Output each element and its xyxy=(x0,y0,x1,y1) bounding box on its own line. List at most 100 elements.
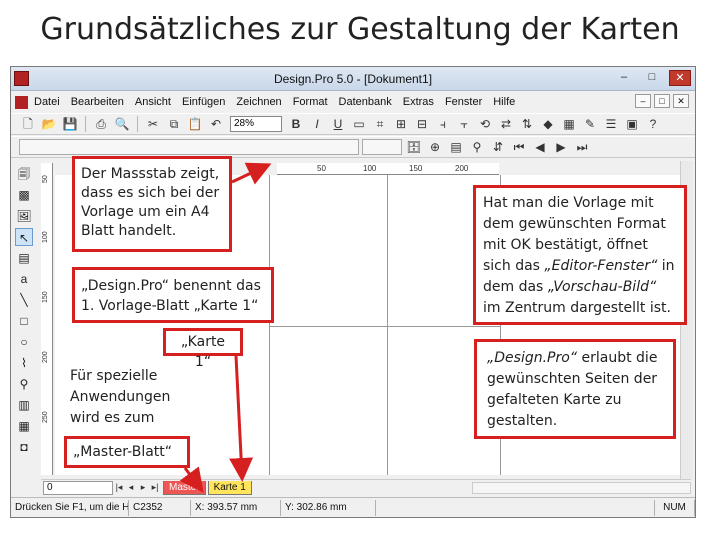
image-icon[interactable]: ▩ xyxy=(15,186,33,204)
camera-icon[interactable]: ◘ xyxy=(15,438,33,456)
help-icon[interactable]: ? xyxy=(644,116,662,133)
font-icon[interactable]: a xyxy=(15,270,33,288)
menu-fenster[interactable]: Fenster xyxy=(445,96,482,108)
line-color-icon[interactable]: ✎ xyxy=(581,116,599,133)
ruler-v-tick: 150 xyxy=(42,291,49,303)
first-record-icon[interactable]: ⏮ xyxy=(510,139,528,156)
ungroup-icon[interactable]: ⊟ xyxy=(413,116,431,133)
open-icon[interactable]: 📂 xyxy=(40,116,58,133)
next-page-icon[interactable]: ▸ xyxy=(137,482,149,493)
toolbar-separator xyxy=(85,116,86,132)
mdi-minimize-button[interactable]: – xyxy=(635,94,651,108)
menu-format[interactable]: Format xyxy=(293,96,328,108)
new-icon[interactable]: 🗋 xyxy=(19,116,37,133)
horizontal-ruler: 50 100 150 200 xyxy=(277,163,499,175)
copy-icon[interactable]: ⧉ xyxy=(165,116,183,133)
flip-icon[interactable]: ⇄ xyxy=(497,116,515,133)
menu-bearbeiten[interactable]: Bearbeiten xyxy=(71,96,124,108)
table-icon[interactable]: ▤ xyxy=(447,139,465,156)
line-style-icon[interactable]: ☰ xyxy=(602,116,620,133)
menu-datei[interactable]: Datei xyxy=(34,96,60,108)
paste-icon[interactable]: 📋 xyxy=(186,116,204,133)
filter-icon[interactable]: ⚲ xyxy=(468,139,486,156)
prev-record-icon[interactable]: ◀ xyxy=(531,139,549,156)
callout-design-pro-erlaubt: „Design.Pro“ erlaubt die gewünschten Sei… xyxy=(474,339,676,439)
crop-icon[interactable]: ⌗ xyxy=(371,116,389,133)
preview-icon[interactable]: 🔍 xyxy=(113,116,131,133)
minimize-button[interactable]: – xyxy=(613,70,635,86)
zoom-field[interactable]: 28% xyxy=(230,116,282,132)
merge-icon[interactable]: ⊕ xyxy=(426,139,444,156)
status-x-coordinate: X: 393.57 mm xyxy=(191,499,281,516)
close-button[interactable]: ✕ xyxy=(669,70,691,86)
rectangle-icon[interactable]: □ xyxy=(15,312,33,330)
cut-icon[interactable]: ✂ xyxy=(144,116,162,133)
status-num-lock: NUM xyxy=(655,499,695,516)
mirror-icon[interactable]: ⇅ xyxy=(518,116,536,133)
polyline-icon[interactable]: ⌇ xyxy=(15,354,33,372)
group-icon[interactable]: ⊞ xyxy=(392,116,410,133)
zoom-icon[interactable]: ⚲ xyxy=(15,375,33,393)
ruler-v-tick: 250 xyxy=(42,411,49,423)
format-toolbar: 🗄 ⊕ ▤ ⚲ ⇵ ⏮ ◀ ▶ ⏭ xyxy=(11,136,695,158)
window-title: Design.Pro 5.0 - [Dokument1] xyxy=(273,72,433,86)
tab-master[interactable]: Master xyxy=(163,480,206,495)
italic-icon[interactable]: I xyxy=(308,116,326,133)
document-icon[interactable] xyxy=(15,95,28,109)
menu-zeichnen[interactable]: Zeichnen xyxy=(236,96,281,108)
bold-icon[interactable]: B xyxy=(287,116,305,133)
next-record-icon[interactable]: ▶ xyxy=(552,139,570,156)
pointer-icon[interactable]: ↖ xyxy=(15,228,33,246)
font-combo[interactable] xyxy=(19,139,359,155)
underline-icon[interactable]: U xyxy=(329,116,347,133)
first-page-icon[interactable]: |◂ xyxy=(113,482,125,493)
ruler-h-tick: 150 xyxy=(409,164,423,173)
print-icon[interactable]: ⎙ xyxy=(92,116,110,133)
picture-icon[interactable]: 🖼 xyxy=(15,207,33,225)
database-icon[interactable]: 🗄 xyxy=(405,139,423,156)
fill-color-icon[interactable]: ◆ xyxy=(539,116,557,133)
rotate-icon[interactable]: ⟲ xyxy=(476,116,494,133)
menu-ansicht[interactable]: Ansicht xyxy=(135,96,171,108)
sort-icon[interactable]: ⇵ xyxy=(489,139,507,156)
ruler-h-tick: 200 xyxy=(455,164,469,173)
shadow-icon[interactable]: ▣ xyxy=(623,116,641,133)
distribute-icon[interactable]: ⫟ xyxy=(455,116,473,133)
size-combo[interactable] xyxy=(362,139,402,155)
callout-italic-text: „Vorschau-Bild“ xyxy=(547,279,657,295)
save-icon[interactable]: 💾 xyxy=(61,116,79,133)
ellipse-icon[interactable]: ○ xyxy=(15,333,33,351)
menu-bar: Datei Bearbeiten Ansicht Einfügen Zeichn… xyxy=(11,92,695,112)
preview-page[interactable] xyxy=(269,175,501,475)
status-help-text: Drücken Sie F1, um die Hilfe xyxy=(11,499,129,516)
callout-master-blatt: „Master-Blatt“ xyxy=(64,436,190,468)
position-field[interactable]: 0 xyxy=(43,480,113,495)
menu-datenbank[interactable]: Datenbank xyxy=(339,96,392,108)
undo-icon[interactable]: ↶ xyxy=(207,116,225,133)
callout-italic-text: „Editor-Fenster“ xyxy=(544,258,658,274)
barcode-icon[interactable]: ▥ xyxy=(15,396,33,414)
horizontal-scrollbar[interactable] xyxy=(471,481,691,494)
pattern-icon[interactable]: ▦ xyxy=(560,116,578,133)
mdi-close-button[interactable]: ✕ xyxy=(673,94,689,108)
last-record-icon[interactable]: ⏭ xyxy=(573,139,591,156)
mdi-restore-button[interactable]: □ xyxy=(654,94,670,108)
page-icon[interactable]: 🗐 xyxy=(15,165,33,183)
callout-text: im Zentrum dargestellt ist. xyxy=(483,300,671,316)
line-icon[interactable]: ╲ xyxy=(15,291,33,309)
maximize-button[interactable]: □ xyxy=(641,70,663,86)
prev-page-icon[interactable]: ◂ xyxy=(125,482,137,493)
vertical-ruler: 50 100 150 200 250 xyxy=(41,163,53,475)
menu-hilfe[interactable]: Hilfe xyxy=(493,96,515,108)
text-icon[interactable]: ▤ xyxy=(15,249,33,267)
align-icon[interactable]: ⫞ xyxy=(434,116,452,133)
frame-icon[interactable]: ▭ xyxy=(350,116,368,133)
tab-karte-1[interactable]: Karte 1 xyxy=(207,480,252,495)
menu-extras[interactable]: Extras xyxy=(403,96,434,108)
fold-line-horizontal xyxy=(270,326,500,327)
standard-toolbar: 🗋 📂 💾 ⎙ 🔍 ✂ ⧉ 📋 ↶ 28% B I U ▭ ⌗ ⊞ ⊟ ⫞ ⫟ … xyxy=(11,113,695,135)
table-icon[interactable]: ▦ xyxy=(15,417,33,435)
menu-einfuegen[interactable]: Einfügen xyxy=(182,96,225,108)
status-y-coordinate: Y: 302.86 mm xyxy=(281,499,376,516)
last-page-icon[interactable]: ▸| xyxy=(149,482,161,493)
